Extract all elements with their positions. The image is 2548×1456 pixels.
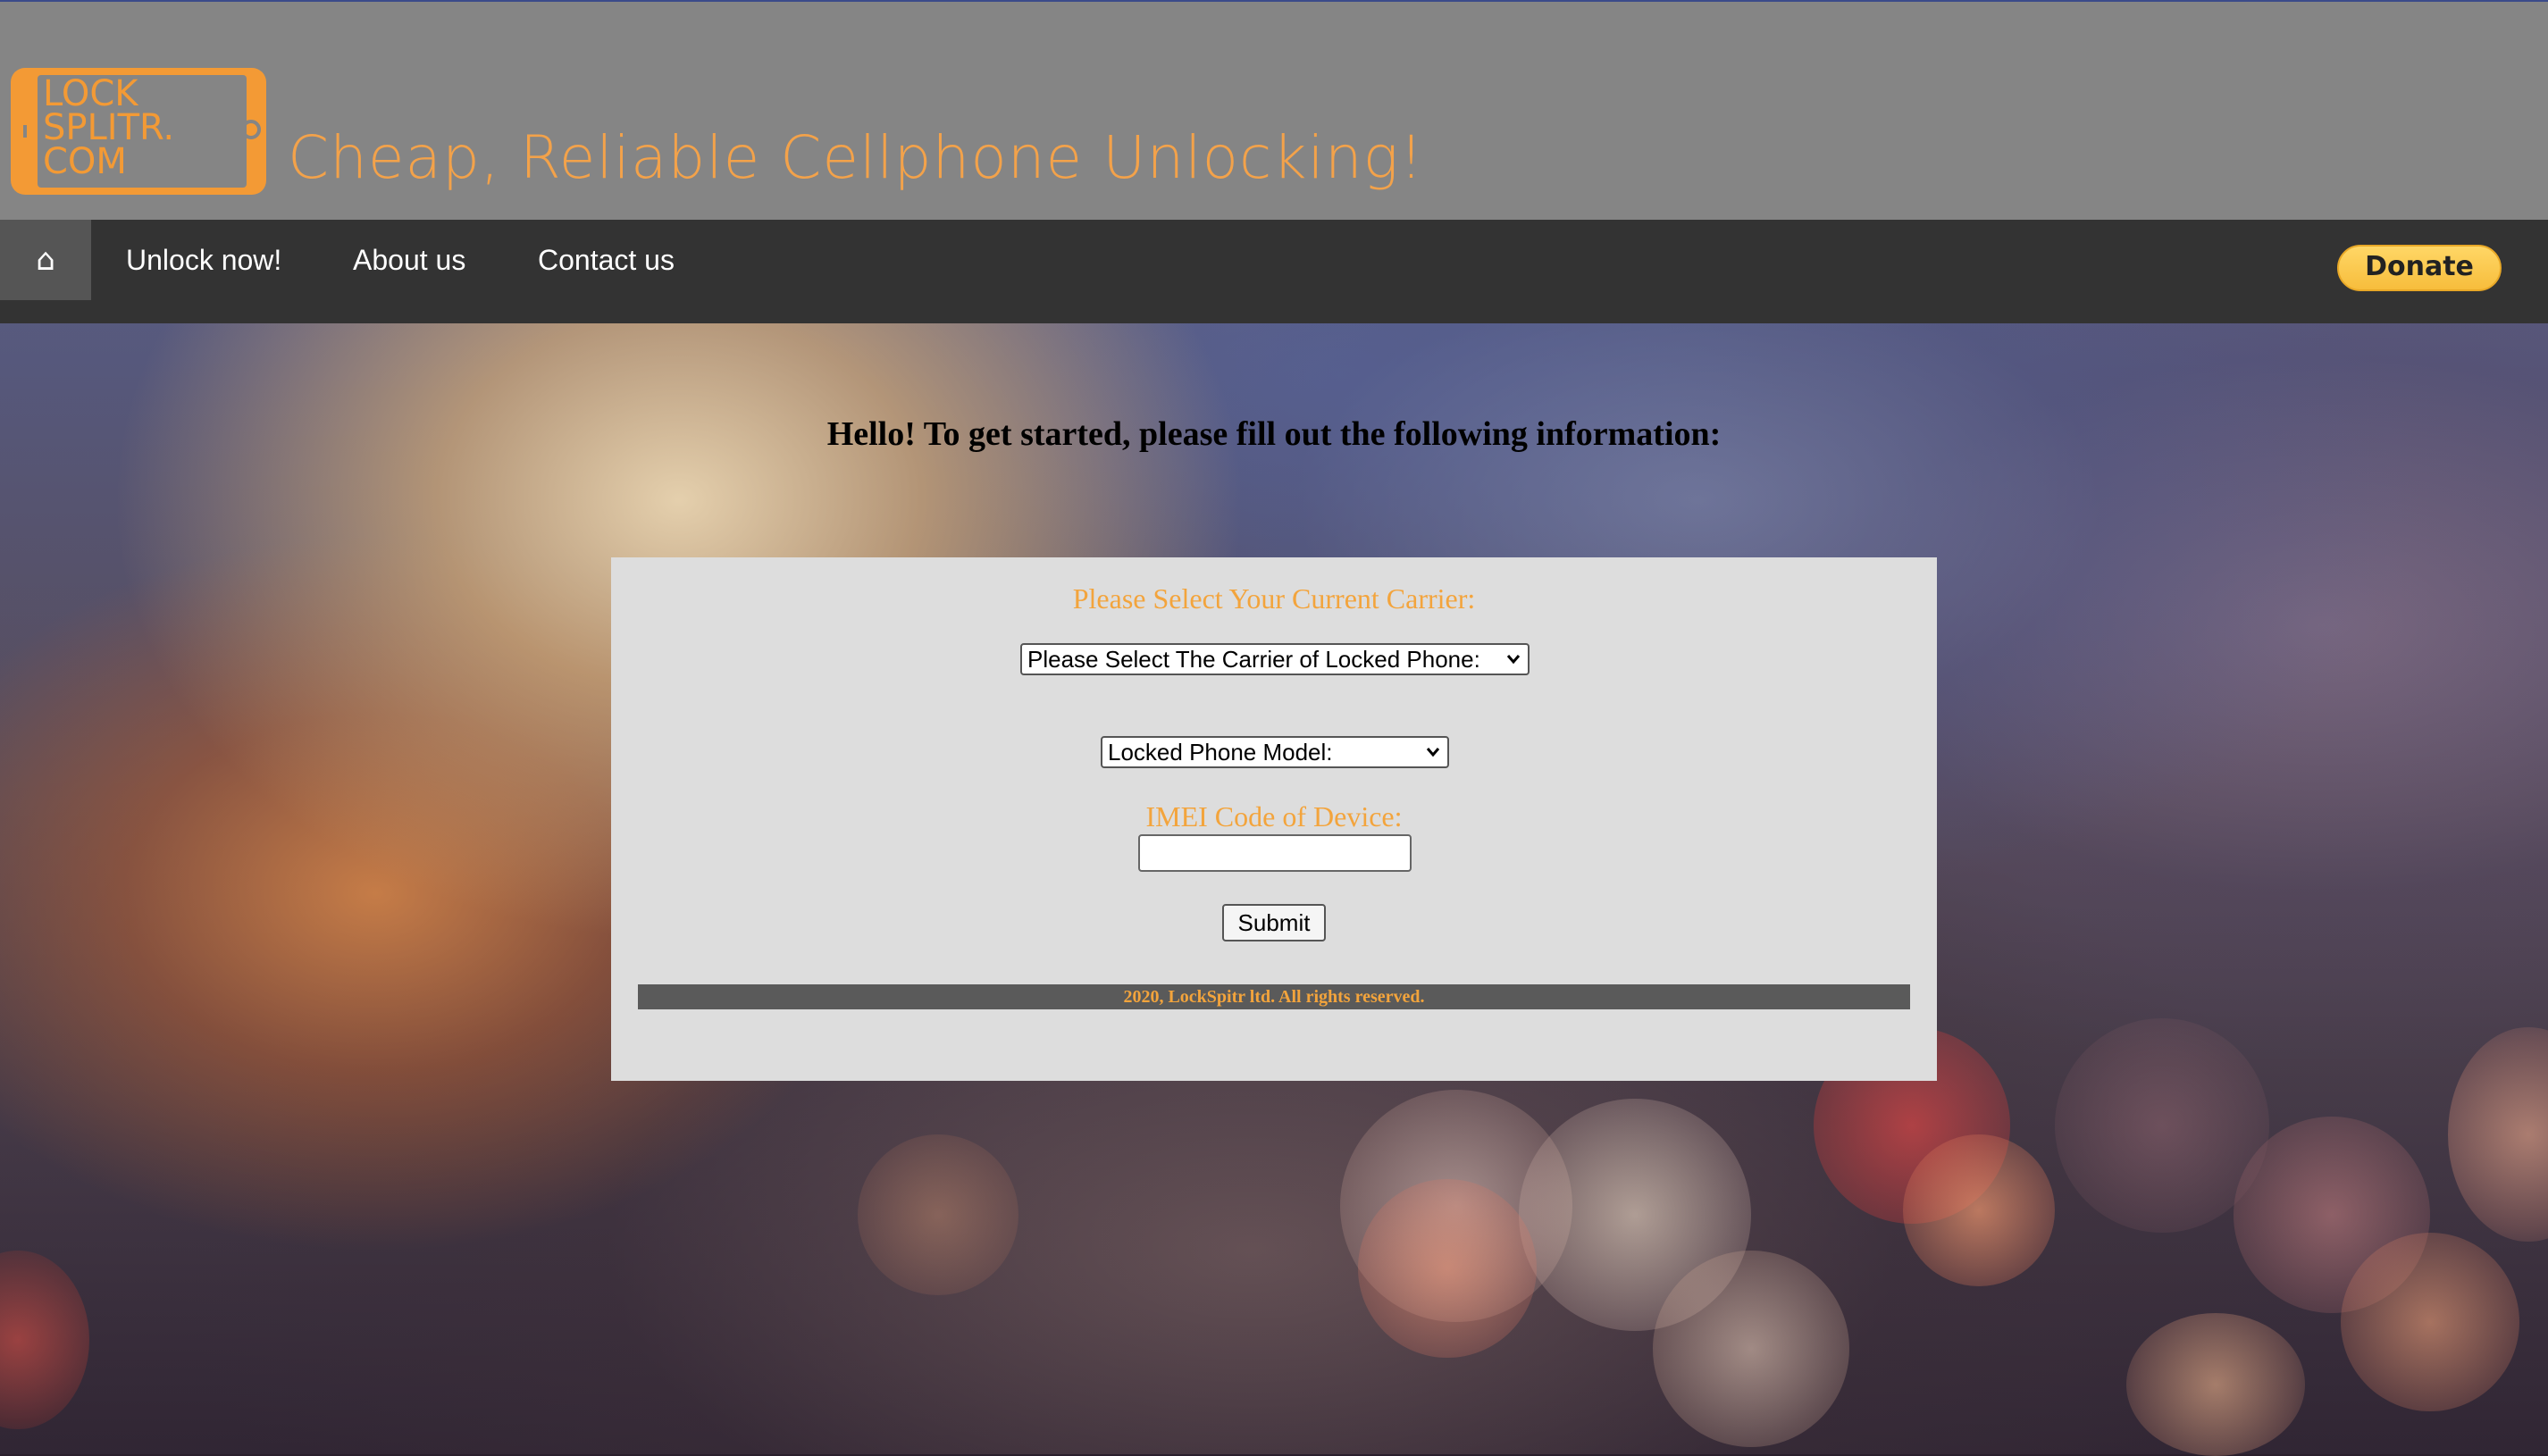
phone-model-select[interactable]: Locked Phone Model: xyxy=(1101,736,1449,768)
donate-button[interactable]: Donate xyxy=(2337,245,2502,291)
chevron-down-icon xyxy=(1504,645,1522,674)
logo-text: LOCK SPLITR. COM xyxy=(43,73,175,182)
site-logo[interactable]: LOCK SPLITR. COM xyxy=(11,68,266,195)
nav-contact-us[interactable]: Contact us xyxy=(538,220,675,300)
imei-label: IMEI Code of Device: xyxy=(1145,800,1403,833)
logo-speaker xyxy=(23,125,27,138)
copyright-footer: 2020, LockSpitr ltd. All rights reserved… xyxy=(638,984,1910,1009)
home-icon[interactable]: ⌂ xyxy=(0,220,91,300)
unlock-form: Please Select Your Current Carrier: Plea… xyxy=(611,557,1937,1081)
main-nav: ⌂ Unlock now! About us Contact us Donate xyxy=(0,220,2548,323)
site-tagline: Cheap, Reliable Cellphone Unlocking! xyxy=(288,123,1424,192)
submit-button[interactable]: Submit xyxy=(1222,904,1326,941)
page-greeting: Hello! To get started, please fill out t… xyxy=(826,415,1722,453)
carrier-select-value: Please Select The Carrier of Locked Phon… xyxy=(1027,646,1480,673)
carrier-select[interactable]: Please Select The Carrier of Locked Phon… xyxy=(1020,643,1530,675)
site-header: LOCK SPLITR. COM Cheap, Reliable Cellpho… xyxy=(0,0,2548,220)
logo-home-button-icon xyxy=(241,120,261,139)
phone-model-select-value: Locked Phone Model: xyxy=(1108,739,1333,766)
imei-input[interactable] xyxy=(1138,834,1412,872)
carrier-label: Please Select Your Current Carrier: xyxy=(1072,582,1476,615)
nav-about-us[interactable]: About us xyxy=(353,220,465,300)
nav-unlock-now[interactable]: Unlock now! xyxy=(126,220,281,300)
chevron-down-icon xyxy=(1424,738,1442,766)
